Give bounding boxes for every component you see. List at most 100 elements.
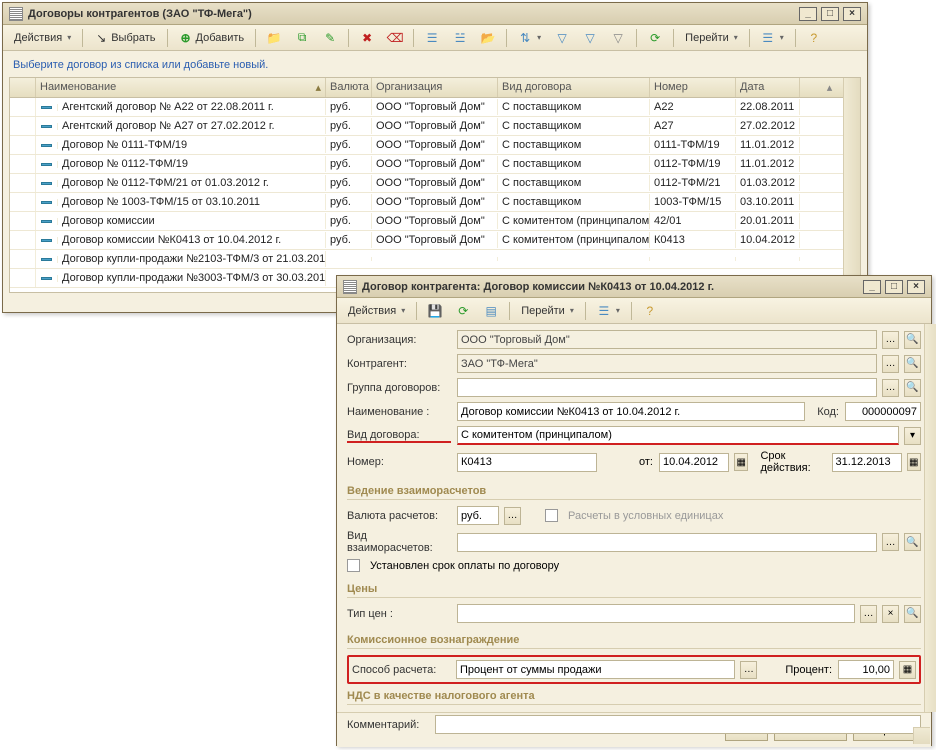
valid-until-field[interactable] [832, 453, 902, 472]
col-name[interactable]: Наименование ▴ [36, 78, 326, 97]
goto-menu[interactable]: Перейти [515, 302, 580, 320]
currency-field[interactable] [457, 506, 499, 525]
counterparty-select-icon[interactable]: … [882, 355, 899, 373]
vertical-scrollbar[interactable] [843, 78, 860, 292]
counterparty-field[interactable] [457, 354, 877, 373]
filter-off-icon[interactable]: ▽ [605, 28, 631, 48]
col-kind[interactable]: Вид договора [498, 78, 650, 97]
contracts-grid[interactable]: Наименование ▴ Валюта Организация Вид до… [9, 77, 861, 293]
maximize-button[interactable]: □ [885, 280, 903, 294]
col-number[interactable]: Номер [650, 78, 736, 97]
folder-add-icon[interactable]: 📁 [261, 28, 287, 48]
number-field[interactable] [457, 453, 597, 472]
close-button[interactable]: × [907, 280, 925, 294]
col-currency[interactable]: Валюта [326, 78, 372, 97]
from-date-field[interactable] [659, 453, 729, 472]
refresh-icon[interactable]: ⟳ [450, 301, 476, 321]
table-row[interactable]: Договор купли-продажи №2103-ТФМ/3 от 21.… [10, 250, 860, 269]
row-icon [41, 163, 52, 166]
kind-dropdown-icon[interactable]: ▾ [904, 427, 921, 445]
price-type-open-icon[interactable]: 🔍 [904, 605, 921, 623]
minimize-button[interactable]: _ [799, 7, 817, 21]
label-price-type: Тип цен : [347, 608, 451, 620]
table-row[interactable]: Договор № 0111-ТФМ/19руб.ООО "Торговый Д… [10, 136, 860, 155]
table-row[interactable]: Договор комиссиируб.ООО "Торговый Дом"С … [10, 212, 860, 231]
hierarchy2-icon[interactable]: ☱ [447, 28, 473, 48]
row-icon [41, 277, 52, 280]
price-type-select-icon[interactable]: … [860, 605, 877, 623]
table-row[interactable]: Договор № 0112-ТФМ/21 от 01.03.2012 г.ру… [10, 174, 860, 193]
detail-titlebar[interactable]: Договор контрагента: Договор комиссии №К… [337, 276, 931, 298]
org-select-icon[interactable]: … [882, 331, 899, 349]
actions-menu[interactable]: Действия [8, 29, 77, 47]
list-titlebar[interactable]: Договоры контрагентов (ЗАО "ТФ-Мега") _ … [3, 3, 867, 25]
percent-calc-icon[interactable]: ▦ [899, 661, 916, 679]
hierarchy-icon[interactable]: ☰ [419, 28, 445, 48]
list-view-icon[interactable]: ☰ [755, 28, 790, 48]
comment-field[interactable] [435, 715, 921, 734]
table-row[interactable]: Агентский договор № А27 от 27.02.2012 г.… [10, 117, 860, 136]
sort-icon[interactable]: ⇅ [512, 28, 547, 48]
goto-menu[interactable]: Перейти [679, 29, 744, 47]
label-valid-until: Срок действия: [760, 450, 825, 474]
calc-method-field[interactable] [456, 660, 735, 679]
table-row[interactable]: Агентский договор № А22 от 22.08.2011 г.… [10, 98, 860, 117]
group-open-icon[interactable]: 🔍 [904, 379, 921, 397]
counterparty-open-icon[interactable]: 🔍 [904, 355, 921, 373]
price-type-clear-icon[interactable]: × [882, 605, 899, 623]
filter1-icon[interactable]: ▽ [549, 28, 575, 48]
group-select-icon[interactable]: … [882, 379, 899, 397]
cond-units-checkbox[interactable] [545, 509, 558, 522]
filter-clear-icon[interactable]: ⌫ [382, 28, 408, 48]
list-view-icon[interactable]: ☰ [591, 301, 626, 321]
pay-term-checkbox[interactable] [347, 559, 360, 572]
valid-until-calendar-icon[interactable]: ▦ [907, 453, 921, 471]
refresh-icon[interactable]: ⟳ [642, 28, 668, 48]
settlement-kind-select-icon[interactable]: … [882, 533, 899, 551]
row-icon [41, 220, 52, 223]
row-icon [41, 144, 52, 147]
kind-field[interactable] [457, 426, 899, 445]
group-field[interactable] [457, 378, 877, 397]
price-type-field[interactable] [457, 604, 855, 623]
commission-highlight: Способ расчета: … Процент: ▦ [347, 655, 921, 684]
select-button[interactable]: ↘Выбрать [88, 28, 161, 48]
table-row[interactable]: Договор комиссии №К0413 от 10.04.2012 г.… [10, 231, 860, 250]
row-icon [41, 125, 52, 128]
name-field[interactable] [457, 402, 805, 421]
move-icon[interactable]: 📂 [475, 28, 501, 48]
save-icon[interactable]: 💾 [422, 301, 448, 321]
currency-select-icon[interactable]: … [504, 507, 521, 525]
window-icon [343, 280, 357, 294]
copy-icon[interactable]: ⧉ [289, 28, 315, 48]
maximize-button[interactable]: □ [821, 7, 839, 21]
delete-mark-icon[interactable]: ✖ [354, 28, 380, 48]
minimize-button[interactable]: _ [863, 280, 881, 294]
help-icon[interactable]: ? [801, 28, 827, 48]
calc-method-select-icon[interactable]: … [740, 661, 757, 679]
col-date[interactable]: Дата [736, 78, 800, 97]
table-row[interactable]: Договор № 0112-ТФМ/19руб.ООО "Торговый Д… [10, 155, 860, 174]
actions-menu[interactable]: Действия [342, 302, 411, 320]
table-row[interactable]: Договор № 1003-ТФМ/15 от 03.10.2011руб.О… [10, 193, 860, 212]
label-code: Код: [811, 406, 839, 418]
org-open-icon[interactable]: 🔍 [904, 331, 921, 349]
help-icon[interactable]: ? [637, 301, 663, 321]
percent-field[interactable] [838, 660, 894, 679]
list-toolbar: Действия ↘Выбрать ⊕Добавить 📁 ⧉ ✎ ✖ ⌫ ☰ … [3, 25, 867, 51]
code-field[interactable] [845, 402, 921, 421]
form-scrollbar[interactable] [924, 324, 936, 712]
from-calendar-icon[interactable]: ▦ [734, 453, 748, 471]
settlement-kind-field[interactable] [457, 533, 877, 552]
report-icon[interactable]: ▤ [478, 301, 504, 321]
close-button[interactable]: × [843, 7, 861, 21]
col-org[interactable]: Организация [372, 78, 498, 97]
resize-grip[interactable] [913, 727, 930, 744]
edit-icon[interactable]: ✎ [317, 28, 343, 48]
contract-detail-window: Договор контрагента: Договор комиссии №К… [336, 275, 932, 746]
add-button[interactable]: ⊕Добавить [173, 28, 251, 48]
label-settlement-kind: Вид взаиморасчетов: [347, 530, 451, 554]
filter2-icon[interactable]: ▽ [577, 28, 603, 48]
settlement-kind-open-icon[interactable]: 🔍 [904, 533, 921, 551]
org-field[interactable] [457, 330, 877, 349]
